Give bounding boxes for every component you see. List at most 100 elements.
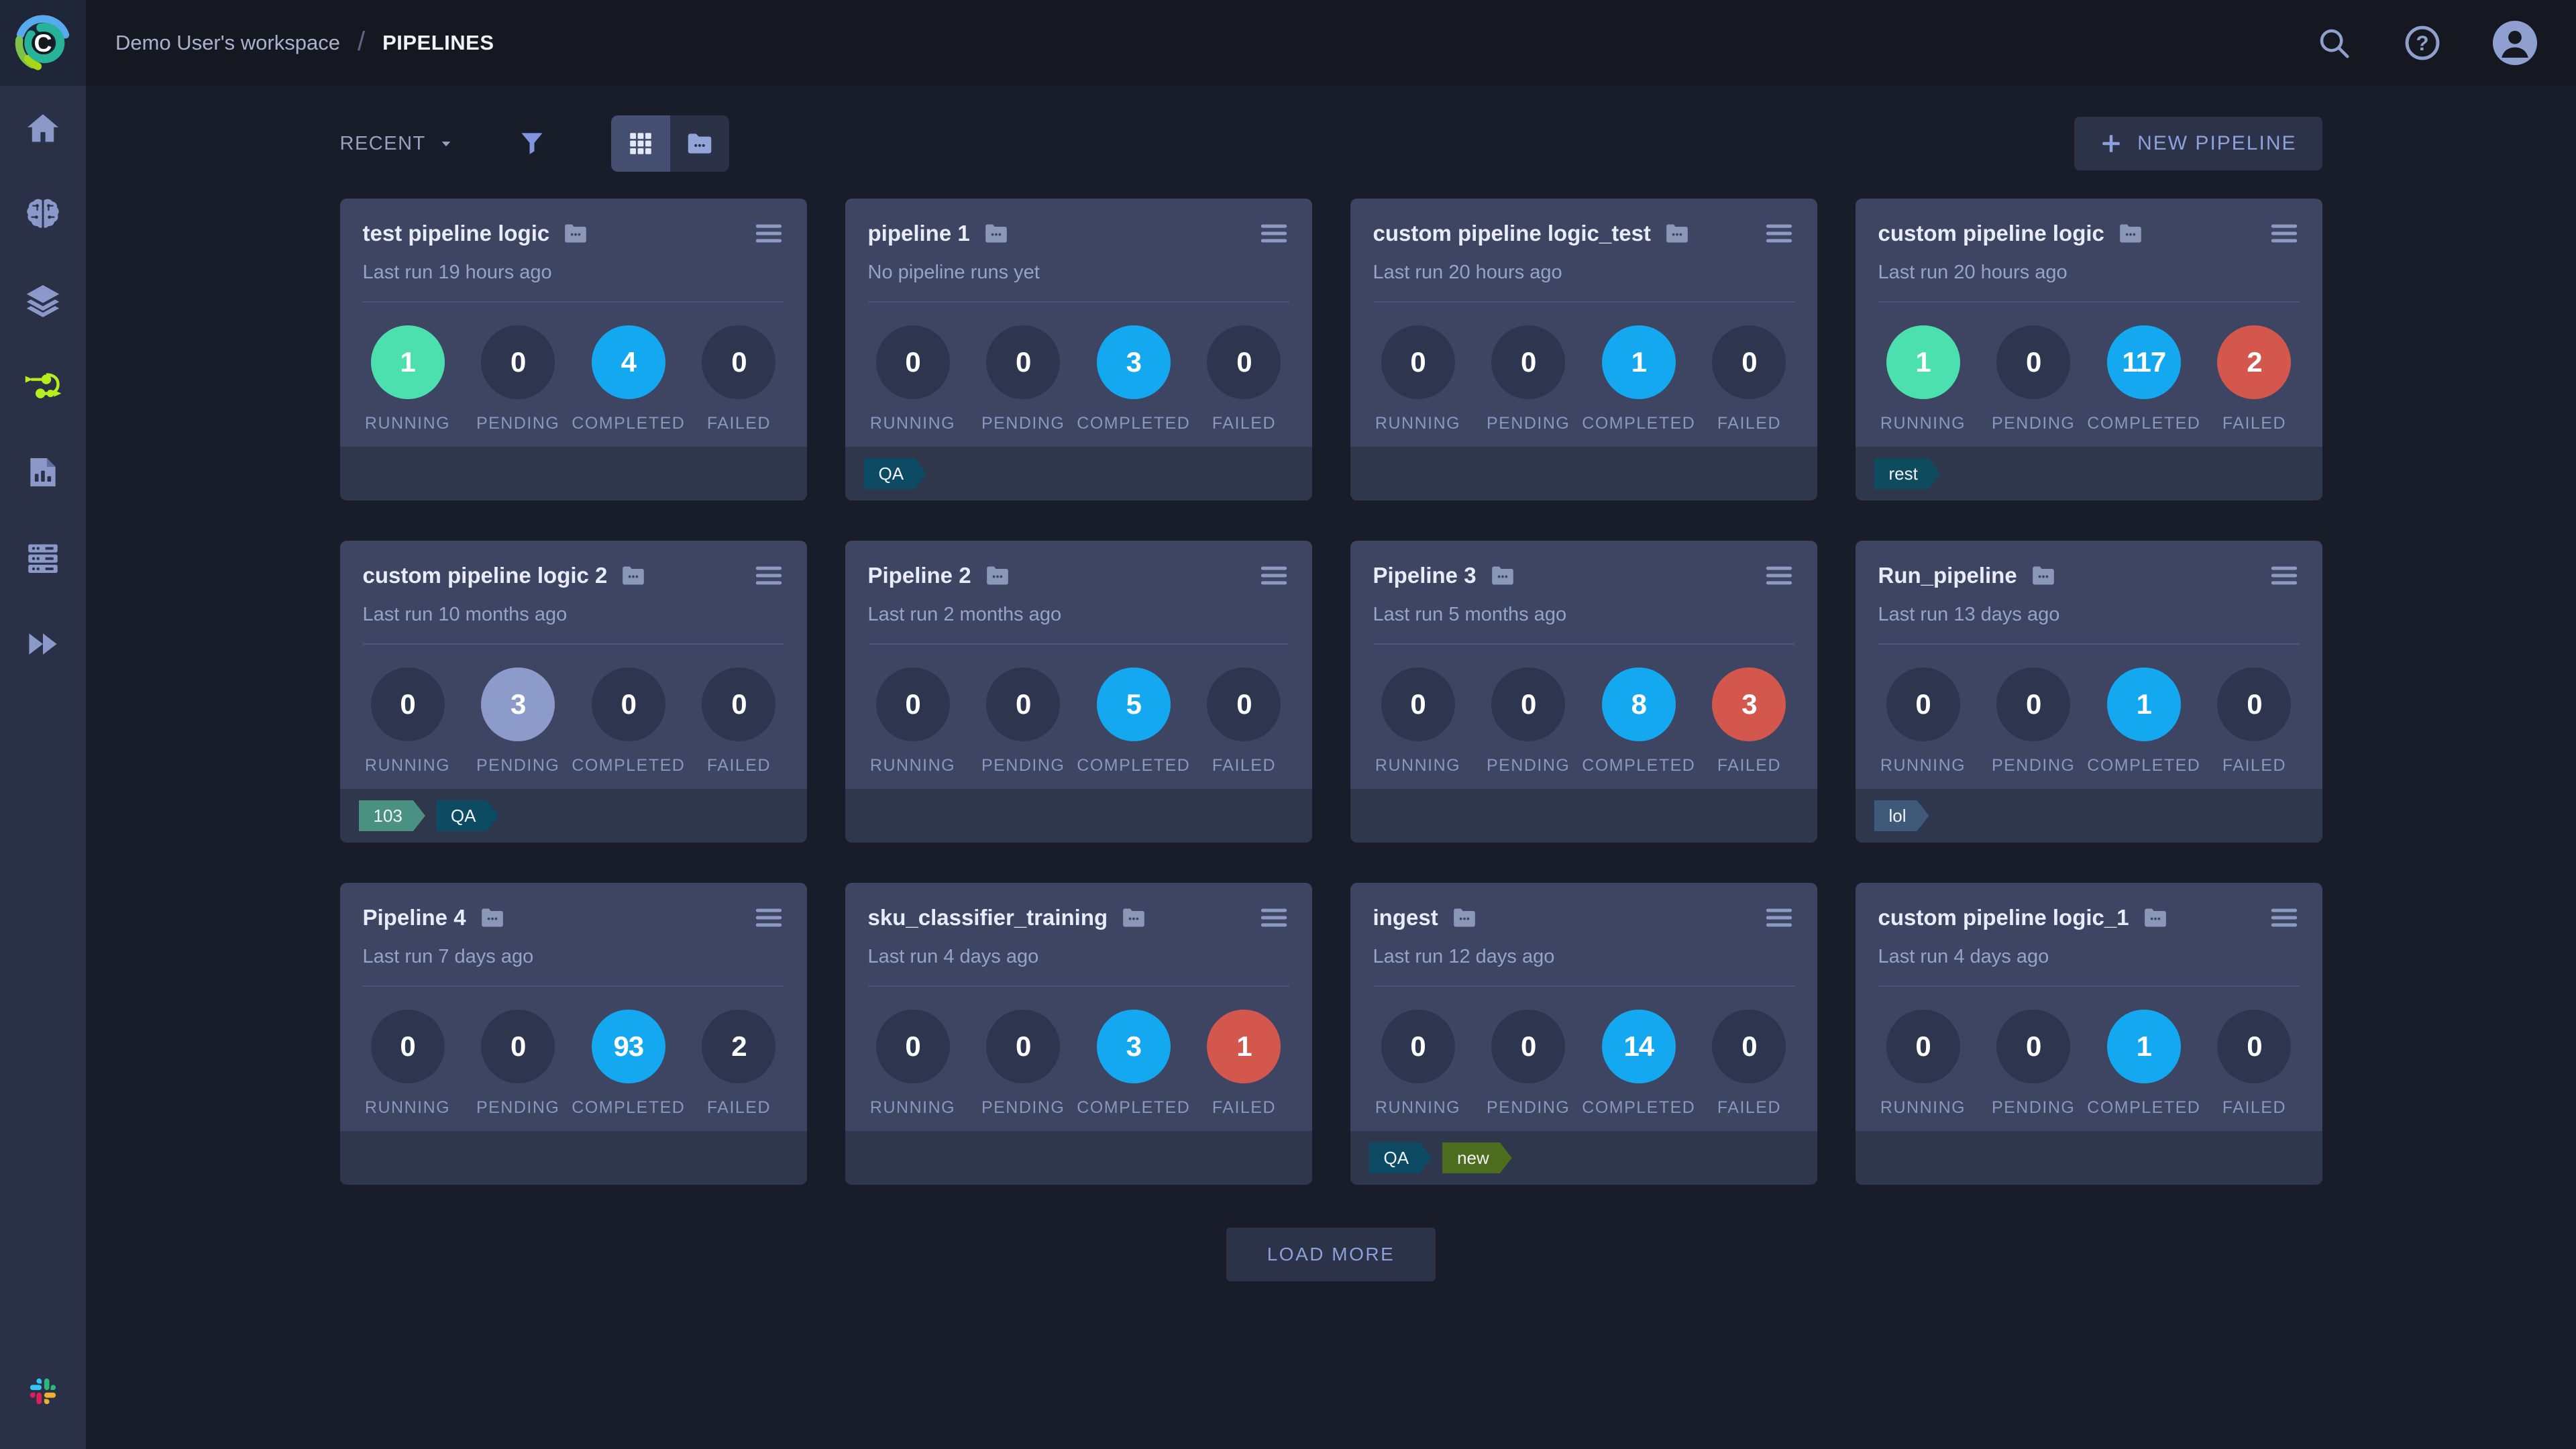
stat: 0 FAILED [688,667,789,775]
pipeline-card[interactable]: Pipeline 3 Last run 5 months ago 0 RUNNI… [1350,541,1817,843]
stat-value: 0 [905,1030,920,1062]
applications-icon [29,633,57,655]
stat: 0 COMPLETED [572,667,684,775]
sidebar-item-workers[interactable] [0,515,86,601]
search-button[interactable] [2316,25,2352,61]
stat-label: FAILED [706,756,771,775]
card-menu-button[interactable] [1764,220,1794,247]
user-menu-button[interactable] [2493,21,2537,65]
card-menu-button[interactable] [753,904,784,931]
card-stats: 0 RUNNING 0 PENDING 1 COMPLETED 0 FAILED [1350,303,1817,433]
sort-dropdown[interactable]: RECENT [340,133,455,155]
stat-value: 0 [905,346,920,378]
stat-label: RUNNING [869,1098,956,1117]
card-stats: 0 RUNNING 3 PENDING 0 COMPLETED 0 FAILED [340,645,807,775]
project-folder-icon [480,907,505,928]
project-folder-icon [2031,565,2056,586]
stat-label: PENDING [476,756,560,775]
card-tags: 103 QA [339,789,807,843]
pipeline-card-lastrun: Last run 13 days ago [1878,604,2060,625]
card-tags: lol [1855,789,2322,843]
stat-circle: 0 [591,667,665,741]
pipeline-card[interactable]: pipeline 1 No pipeline runs yet 0 RUNNIN… [845,199,1312,500]
hamburger-menu-icon [1260,224,1287,243]
folder-view-button[interactable] [669,115,729,172]
pipeline-card-title: custom pipeline logic_1 [1878,905,2129,930]
stat-label: PENDING [1991,1098,2076,1117]
stat-label: RUNNING [869,414,956,433]
stat: 117 COMPLETED [2087,325,2200,433]
stat: 0 PENDING [1478,1010,1578,1118]
card-menu-button[interactable] [2269,562,2300,589]
stat-value: 0 [731,688,747,720]
pipeline-card-header: sku_classifier_training Last run 4 days … [845,883,1312,987]
pipeline-card-title: test pipeline logic [362,221,550,246]
stat: 1 FAILED [1193,1010,1294,1118]
help-button[interactable]: ? [2403,23,2442,62]
load-more-button[interactable]: LOAD MORE [1226,1228,1436,1281]
sidebar-item-applications[interactable] [0,601,86,687]
pipeline-card[interactable]: custom pipeline logic 2 Last run 10 mont… [339,541,807,843]
sidebar-item-slack[interactable] [0,1348,86,1434]
stat-label: FAILED [2222,414,2287,433]
stat-value: 0 [1236,346,1252,378]
filter-button[interactable] [517,128,547,160]
home-icon [28,114,58,142]
card-stats: 0 RUNNING 0 PENDING 3 COMPLETED 1 FAILED [845,987,1312,1118]
card-menu-button[interactable] [753,220,784,247]
card-menu-button[interactable] [2269,904,2300,931]
stat-value: 0 [2025,688,2041,720]
card-menu-button[interactable] [1764,904,1794,931]
clearml-logo[interactable]: C [0,0,86,86]
pipeline-card[interactable]: custom pipeline logic_test Last run 20 h… [1350,199,1817,500]
pipeline-card[interactable]: Run_pipeline Last run 13 days ago 0 RUNN… [1855,541,2322,843]
card-menu-button[interactable] [753,562,784,589]
pipeline-card[interactable]: Pipeline 2 Last run 2 months ago 0 RUNNI… [845,541,1312,843]
breadcrumb-workspace[interactable]: Demo User's workspace [115,31,340,55]
stat-label: RUNNING [364,414,451,433]
pipeline-card-title: Pipeline 3 [1373,563,1477,588]
stat-circle: 0 [986,667,1061,741]
stat-value: 1 [2136,1030,2152,1062]
sidebar [0,86,86,1449]
sidebar-item-home[interactable] [0,86,86,172]
tag: QA [1369,1142,1432,1173]
pipeline-card[interactable]: ingest Last run 12 days ago 0 RUNNING 0 … [1350,883,1817,1185]
sidebar-item-datasets[interactable] [0,258,86,343]
stat-circle: 1 [1207,1010,1281,1083]
pipeline-card-lastrun: Last run 7 days ago [362,946,534,967]
card-menu-button[interactable] [1258,904,1289,931]
card-menu-button[interactable] [1764,562,1794,589]
pipeline-card-header: custom pipeline logic 2 Last run 10 mont… [340,541,807,645]
stat-label: COMPLETED [2087,1098,2201,1117]
stat-circle: 0 [702,325,776,399]
stat: 0 PENDING [468,1010,568,1118]
card-menu-button[interactable] [2269,220,2300,247]
pipeline-card[interactable]: test pipeline logic Last run 19 hours ag… [339,199,807,500]
grid-view-button[interactable] [610,115,670,172]
pipeline-card[interactable]: Pipeline 4 Last run 7 days ago 0 RUNNING… [339,883,807,1185]
pipeline-card-header: pipeline 1 No pipeline runs yet [845,199,1312,303]
new-pipeline-button[interactable]: NEW PIPELINE [2074,117,2322,170]
stat-value: 0 [1410,1030,1426,1062]
pipeline-card[interactable]: custom pipeline logic_1 Last run 4 days … [1855,883,2322,1185]
sidebar-item-reports[interactable] [0,429,86,515]
pipeline-card[interactable]: custom pipeline logic Last run 20 hours … [1855,199,2322,500]
card-menu-button[interactable] [1258,562,1289,589]
sidebar-item-projects[interactable] [0,172,86,258]
card-menu-button[interactable] [1258,220,1289,247]
stat: 0 RUNNING [863,667,963,775]
stat: 3 PENDING [468,667,568,775]
sidebar-item-pipelines[interactable] [0,343,86,429]
hamburger-menu-icon [1766,566,1792,585]
stat-label: FAILED [1717,414,1782,433]
stat-label: PENDING [476,1098,560,1117]
stat-label: RUNNING [1880,414,1966,433]
hamburger-menu-icon [2271,224,2297,243]
pipeline-card[interactable]: sku_classifier_training Last run 4 days … [845,883,1312,1185]
stat-value: 0 [1520,688,1536,720]
stat-value: 0 [1741,1030,1757,1062]
stat-circle: 0 [1491,667,1566,741]
hamburger-menu-icon [2271,908,2297,927]
stat-value: 93 [613,1030,644,1062]
